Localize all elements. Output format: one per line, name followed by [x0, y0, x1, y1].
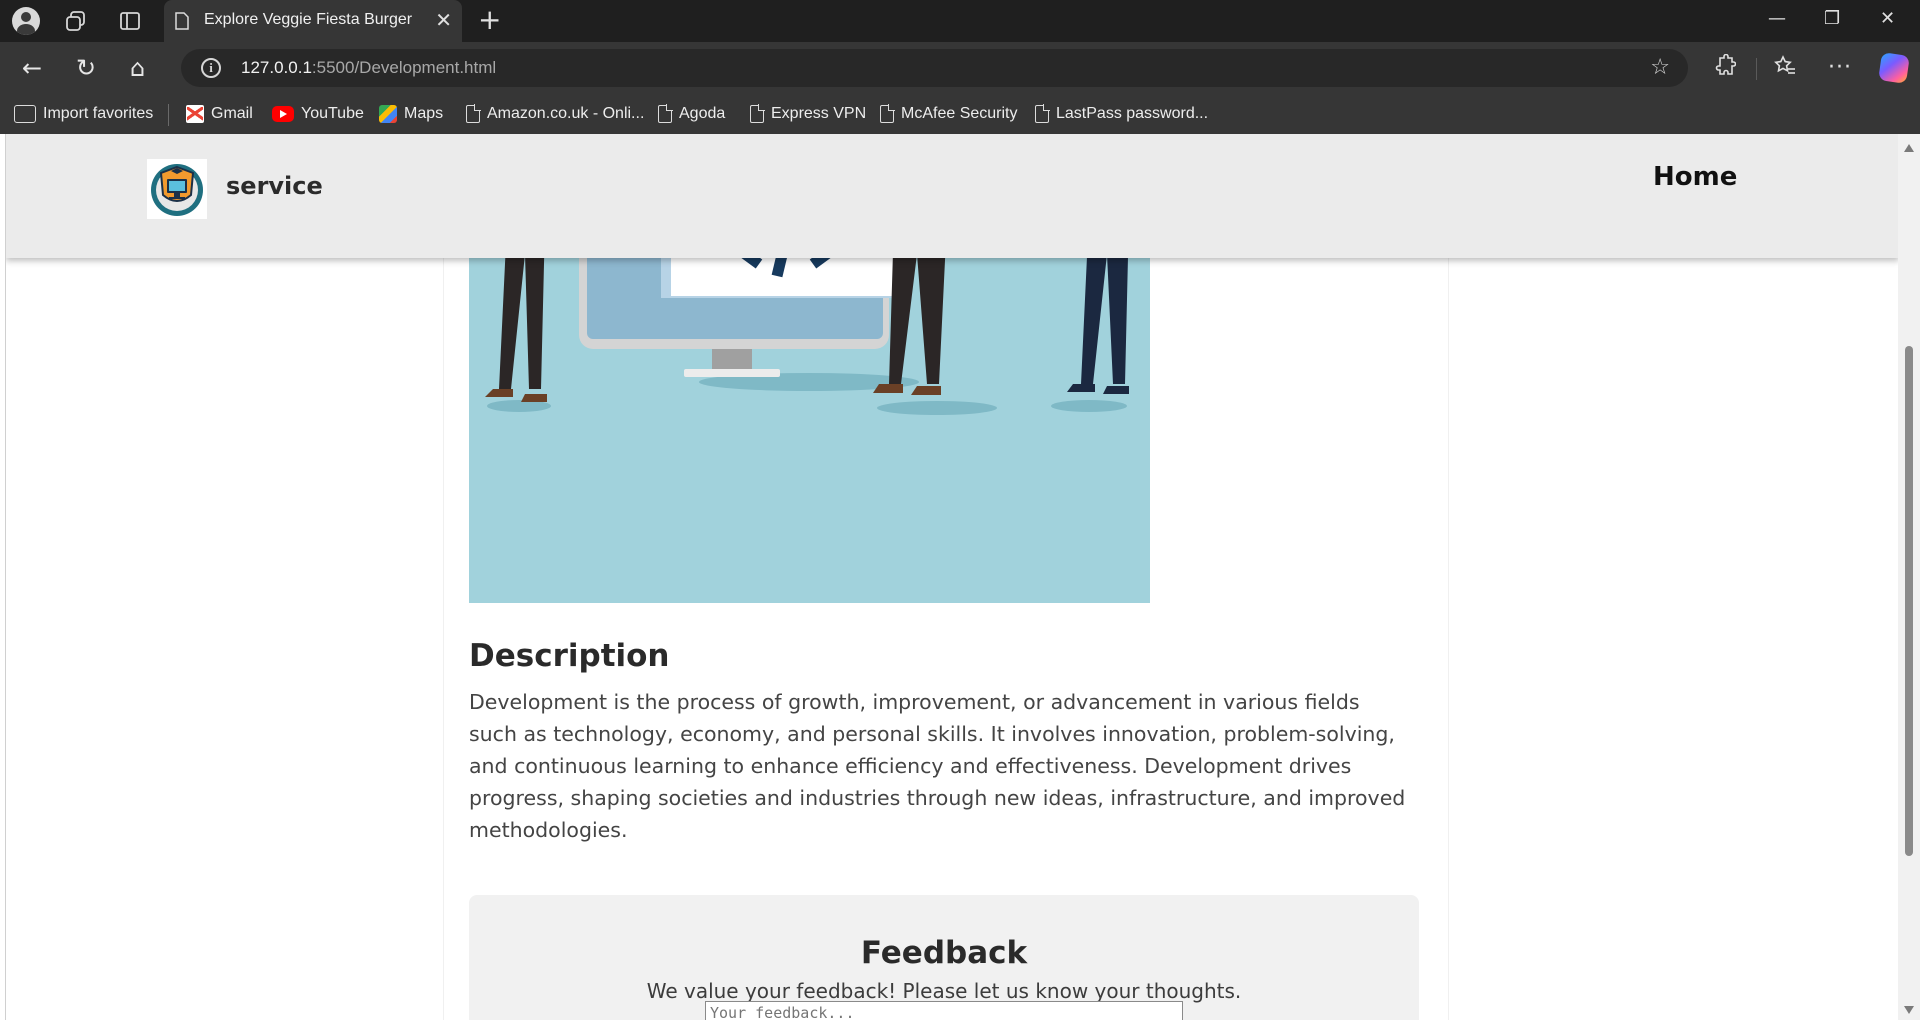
description-title: Description	[469, 638, 670, 674]
workspaces-icon[interactable]	[62, 7, 90, 35]
bookmarks-bar: Import favorites Gmail YouTube Maps Amaz…	[0, 94, 1920, 134]
url-text[interactable]: 127.0.0.1:5500/Development.html	[241, 58, 496, 78]
youtube-icon	[272, 106, 294, 122]
bookmark-lastpass[interactable]: LastPass password...	[1035, 102, 1208, 126]
back-icon[interactable]: ←	[22, 54, 42, 82]
maps-icon	[379, 105, 397, 123]
page-scrollbar[interactable]	[1898, 134, 1920, 1020]
extensions-icon[interactable]	[1712, 53, 1737, 86]
restore-button[interactable]: ❐	[1824, 8, 1840, 29]
page-icon	[750, 104, 765, 123]
bookmark-amazon[interactable]: Amazon.co.uk - Onli...	[466, 102, 644, 126]
feedback-input[interactable]	[705, 1001, 1183, 1020]
page-icon	[880, 104, 895, 123]
page-icon	[174, 12, 190, 34]
page-icon	[1035, 104, 1050, 123]
more-options-icon[interactable]: ···	[1828, 54, 1852, 82]
minimize-button[interactable]: —	[1768, 8, 1786, 29]
feedback-section: Feedback We value your feedback! Please …	[469, 895, 1419, 1020]
site-info-icon[interactable]: i	[201, 58, 221, 78]
description-text: Development is the process of growth, im…	[469, 690, 1406, 842]
new-tab-button[interactable]: +	[478, 4, 501, 36]
feedback-subtitle: We value your feedback! Please let us kn…	[646, 979, 1242, 1003]
bookmark-express-vpn[interactable]: Express VPN	[750, 102, 866, 126]
refresh-icon[interactable]: ↻	[76, 54, 96, 82]
bookmark-gmail[interactable]: Gmail	[186, 102, 253, 126]
bookmark-maps[interactable]: Maps	[379, 102, 443, 126]
bookmark-youtube[interactable]: YouTube	[272, 102, 364, 126]
close-tab-icon[interactable]: ✕	[435, 8, 452, 32]
page-icon	[658, 104, 673, 123]
bookmark-import-favorites[interactable]: Import favorites	[14, 102, 153, 126]
vertical-tabs-icon[interactable]	[116, 7, 144, 35]
scrollbar-thumb[interactable]	[1905, 346, 1913, 856]
scroll-up-icon[interactable]	[1904, 144, 1914, 152]
bookmark-agoda[interactable]: Agoda	[658, 102, 725, 126]
favorites-icon[interactable]	[1773, 54, 1797, 86]
gmail-icon	[186, 105, 204, 123]
profile-icon[interactable]	[12, 7, 40, 35]
browser-tab-bar: Explore Veggie Fiesta Burger ✕ + — ❐ ✕	[0, 0, 1920, 42]
scroll-down-icon[interactable]	[1904, 1006, 1914, 1014]
close-window-button[interactable]: ✕	[1880, 8, 1895, 29]
service-card: Description Development is the process o…	[443, 134, 1449, 1020]
active-tab[interactable]: Explore Veggie Fiesta Burger ✕	[164, 0, 462, 42]
folder-icon	[14, 105, 36, 123]
page-viewport: Description Development is the process o…	[5, 134, 1898, 1020]
home-icon[interactable]: ⌂	[130, 54, 145, 82]
nav-home-link[interactable]: Home	[1653, 162, 1737, 192]
tab-title: Explore Veggie Fiesta Burger	[204, 11, 413, 28]
copilot-icon[interactable]	[1878, 52, 1910, 84]
favorite-star-icon[interactable]: ☆	[1650, 55, 1670, 80]
bookmark-mcafee[interactable]: McAfee Security	[880, 102, 1017, 126]
address-bar[interactable]: i 127.0.0.1:5500/Development.html ☆	[181, 49, 1688, 87]
address-toolbar: ← ↻ ⌂ i 127.0.0.1:5500/Development.html …	[0, 42, 1920, 94]
logo-icon[interactable]	[147, 159, 207, 219]
site-header: service Home	[6, 134, 1898, 258]
page-icon	[466, 104, 481, 123]
feedback-title: Feedback	[860, 935, 1028, 971]
brand-name[interactable]: service	[226, 172, 323, 200]
